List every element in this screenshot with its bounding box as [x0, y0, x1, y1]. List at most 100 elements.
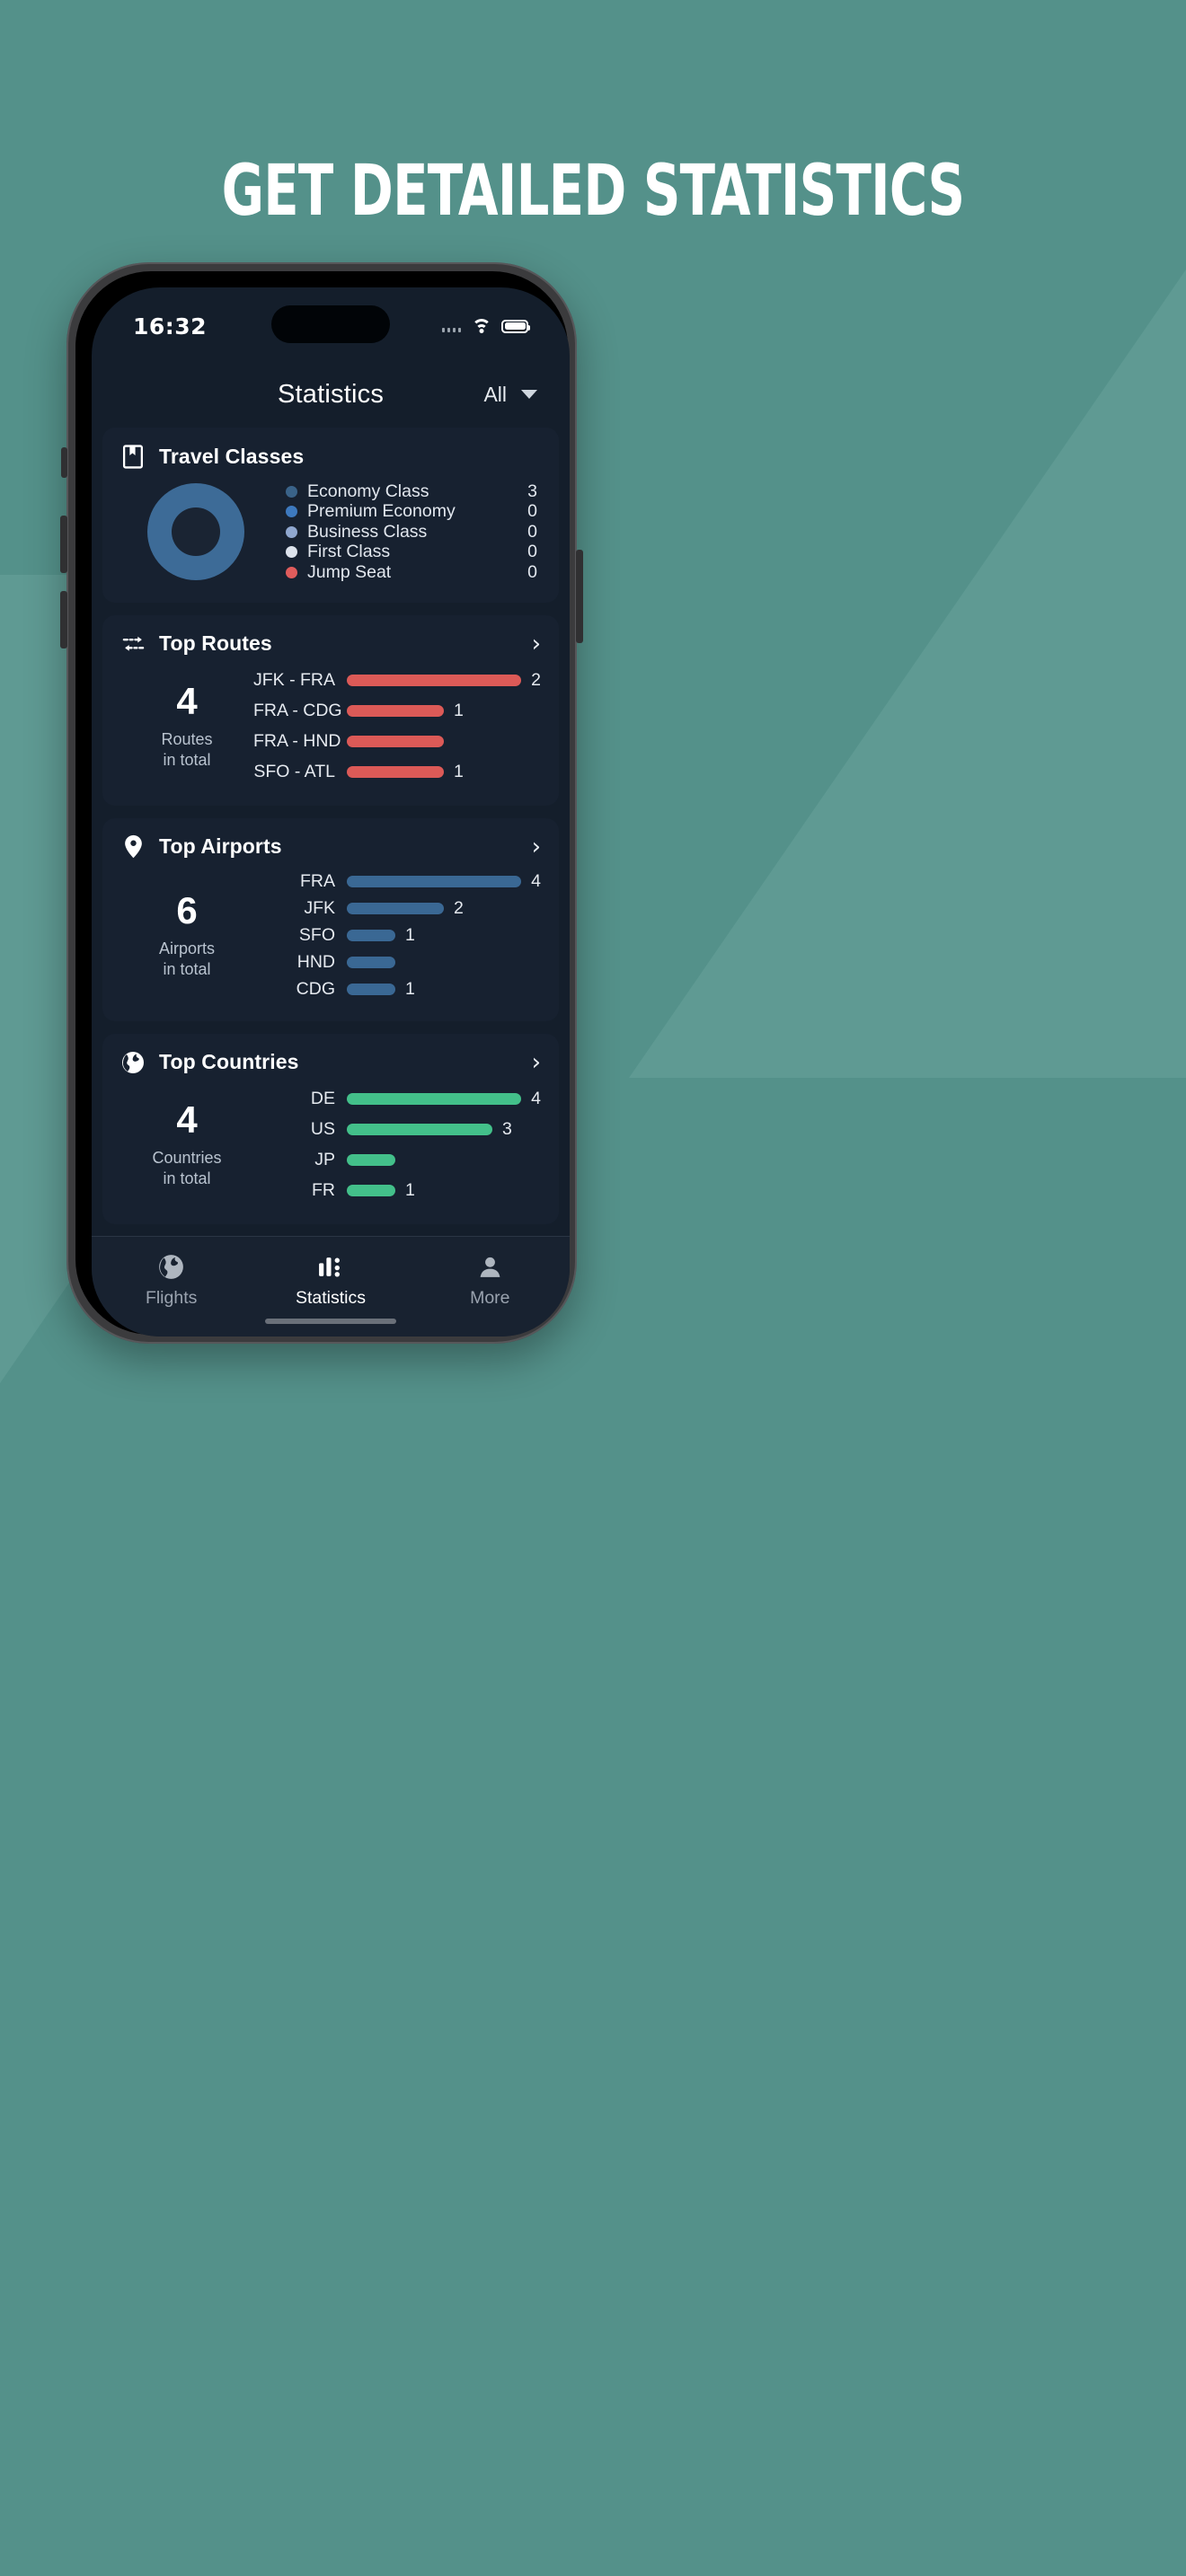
table-row: FRA - CDG 1	[253, 696, 541, 727]
card-top-airports[interactable]: Top Airports › 6 Airports in total FRA 4…	[102, 817, 559, 1021]
dynamic-island	[271, 305, 390, 343]
power-button[interactable]	[576, 550, 583, 643]
bar-track: 2	[347, 670, 541, 691]
bar-value: 1	[405, 979, 415, 999]
airports-bar-chart: FRA 4 JFK 2 SFO 1 HND CDG 1	[253, 869, 541, 1003]
legend-value: 0	[527, 561, 537, 582]
total-number: 4	[176, 680, 198, 723]
bar-track: 1	[347, 701, 541, 721]
tab-label: More	[470, 1288, 510, 1308]
total-caption-line2: in total	[163, 959, 211, 978]
chevron-right-icon[interactable]: ›	[532, 835, 541, 859]
legend-color-dot	[286, 546, 297, 559]
volume-up-button[interactable]	[60, 516, 67, 573]
table-row: FRA 4	[253, 869, 541, 895]
top-airports-body: 6 Airports in total FRA 4 JFK 2 SFO 1 HN…	[120, 860, 541, 1003]
card-top-countries[interactable]: Top Countries › 4 Countries in total DE …	[102, 1033, 559, 1224]
table-row: FRA - HND	[253, 727, 541, 757]
routes-bar-chart: JFK - FRA 2 FRA - CDG 1 FRA - HND SFO - …	[253, 666, 541, 788]
bar-value: 4	[531, 1089, 541, 1108]
bar-fill	[347, 736, 444, 747]
bar-track	[347, 1154, 541, 1166]
bar-track: 1	[347, 762, 541, 782]
bar-value: 1	[454, 762, 464, 781]
filter-dropdown[interactable]: All	[483, 383, 537, 407]
legend-value: 0	[527, 521, 537, 542]
legend-value: 0	[527, 542, 537, 562]
status-indicators	[441, 318, 530, 334]
total-caption-line1: Airports	[158, 939, 215, 957]
legend-color-dot	[286, 566, 297, 578]
table-row: JFK 2	[253, 895, 541, 922]
legend-label: Premium Economy	[307, 501, 456, 522]
tab-bar: Flights Statistics More	[92, 1236, 570, 1337]
bar-label: JP	[314, 1150, 335, 1169]
bar-fill	[347, 675, 522, 686]
legend-value: 0	[527, 501, 537, 522]
phone-frame: 16:32 Statistics All Travel Classes Econ…	[60, 262, 583, 1344]
table-row: SFO - ATL 1	[253, 757, 541, 788]
travel-classes-donut-chart	[147, 483, 244, 581]
tab-statistics[interactable]: Statistics	[251, 1251, 410, 1309]
chevron-right-icon[interactable]: ›	[532, 632, 541, 656]
bar-track	[347, 736, 541, 747]
table-row: FR 1	[253, 1176, 541, 1206]
table-row: US 3	[253, 1115, 541, 1145]
tab-label: Flights	[145, 1288, 198, 1308]
bar-label: HND	[296, 952, 335, 972]
card-title: Top Airports	[159, 834, 282, 858]
bar-track: 1	[347, 1180, 541, 1201]
legend-color-dot	[286, 506, 297, 518]
bar-fill	[347, 1154, 395, 1166]
statistics-scroll-content[interactable]: Travel Classes Economy Class 3 Premium E…	[92, 424, 570, 1224]
card-top-routes[interactable]: Top Routes › 4 Routes in total JFK - FRA…	[102, 614, 559, 806]
bar-track: 3	[347, 1119, 541, 1140]
bar-label: FRA	[300, 871, 335, 891]
table-row: HND	[253, 949, 541, 976]
bar-label: DE	[310, 1089, 335, 1108]
silent-switch[interactable]	[61, 447, 67, 478]
route-arrows-icon	[120, 631, 146, 657]
bar-track: 2	[347, 898, 541, 919]
card-title: Travel Classes	[159, 444, 305, 468]
bar-fill	[347, 930, 395, 941]
routes-total: 4 Routes in total	[120, 682, 253, 770]
card-travel-classes: Travel Classes Economy Class 3 Premium E…	[102, 428, 559, 603]
table-row: SFO 1	[253, 922, 541, 949]
bar-label: SFO - ATL	[253, 762, 335, 781]
wifi-icon	[471, 318, 491, 334]
chevron-right-icon[interactable]: ›	[532, 1051, 541, 1074]
total-caption: Airports in total	[120, 939, 253, 980]
tab-label: Statistics	[295, 1288, 366, 1308]
tab-flights[interactable]: Flights	[92, 1251, 251, 1309]
bar-label: SFO	[298, 925, 335, 945]
legend-color-dot	[286, 525, 297, 538]
chevron-down-icon	[521, 390, 537, 399]
travel-classes-legend: Economy Class 3 Premium Economy 0 Busine…	[286, 481, 541, 583]
top-countries-body: 4 Countries in total DE 4 US 3 JP FR 1	[120, 1075, 541, 1206]
travel-classes-body: Economy Class 3 Premium Economy 0 Busine…	[120, 469, 541, 585]
legend-label: First Class	[307, 542, 391, 562]
globe-icon	[120, 1050, 146, 1075]
bar-value: 1	[405, 925, 415, 945]
tab-more[interactable]: More	[411, 1251, 570, 1309]
total-caption: Countries in total	[120, 1148, 253, 1189]
total-caption-line1: Countries	[152, 1148, 222, 1167]
card-title: Top Countries	[159, 1050, 299, 1073]
bar-label: FRA - HND	[253, 731, 341, 751]
status-bar: 16:32	[92, 287, 570, 365]
total-number: 4	[176, 1098, 198, 1142]
location-pin-icon	[120, 834, 146, 860]
table-row: CDG 1	[253, 976, 541, 1003]
status-clock: 16:32	[133, 313, 208, 340]
legend-label: Jump Seat	[307, 561, 392, 582]
home-indicator[interactable]	[265, 1319, 396, 1324]
total-caption: Routes in total	[120, 729, 253, 771]
airports-total: 6 Airports in total	[120, 891, 253, 979]
card-title: Top Routes	[159, 631, 272, 655]
bar-label: US	[310, 1119, 335, 1139]
countries-bar-chart: DE 4 US 3 JP FR 1	[253, 1084, 541, 1206]
bar-fill	[347, 957, 395, 968]
volume-down-button[interactable]	[60, 591, 67, 648]
bar-track: 1	[347, 925, 541, 946]
